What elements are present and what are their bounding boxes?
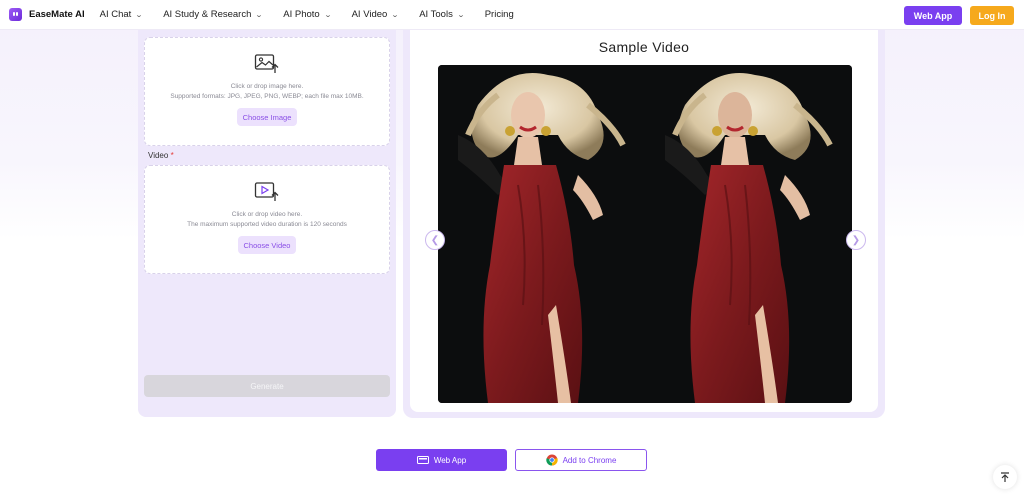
nav-item-label: AI Photo [283, 9, 320, 20]
nav-item-ai-chat[interactable]: AI Chat ⌄ [99, 9, 144, 20]
chrome-icon [545, 454, 558, 466]
chevron-down-icon: ⌄ [135, 11, 144, 19]
image-drop-hint: Click or drop image here. [230, 83, 304, 90]
chevron-right-icon: ❯ [851, 234, 861, 246]
main-nav: AI Chat ⌄ AI Study & Research ⌄ AI Photo… [100, 9, 535, 20]
image-dropzone[interactable]: Click or drop image here. Supported form… [144, 37, 390, 146]
nav-item-label: AI Study & Research [163, 9, 252, 20]
nav-item-label: AI Chat [99, 9, 132, 20]
brand-logo[interactable]: EaseMate AI [9, 8, 85, 21]
video-upload-icon [254, 182, 279, 201]
video-label-text: Video [148, 151, 169, 160]
nav-item-ai-photo[interactable]: AI Photo ⌄ [283, 9, 332, 20]
video-duration-note: The maximum supported video duration is … [187, 221, 347, 228]
arrow-up-icon [1001, 471, 1009, 482]
scroll-to-top-button[interactable] [993, 465, 1017, 489]
brand-name: EaseMate AI [29, 9, 85, 20]
nav-item-label: Pricing [484, 9, 514, 20]
web-app-button[interactable]: Web App [904, 6, 962, 25]
nav-item-label: AI Video [351, 9, 388, 20]
nav-item-ai-study-research[interactable]: AI Study & Research ⌄ [163, 9, 264, 20]
easemate-logo-icon [9, 8, 22, 21]
nav-item-ai-video[interactable]: AI Video ⌄ [351, 9, 400, 20]
sample-video-title: Sample Video [598, 39, 690, 55]
nav-item-label: AI Tools [419, 9, 453, 20]
chevron-left-icon: ❮ [430, 234, 440, 246]
chevron-down-icon: ⌄ [323, 11, 332, 19]
next-sample-button[interactable]: ❯ [846, 230, 866, 250]
video-dropzone[interactable]: Click or drop video here. The maximum su… [144, 165, 390, 274]
bottom-web-app-label: Web App [433, 455, 467, 465]
nav-item-pricing[interactable]: Pricing [485, 9, 514, 20]
choose-video-button[interactable]: Choose Video [237, 236, 297, 254]
generate-button[interactable]: Generate [144, 375, 390, 397]
video-drop-hint: Click or drop video here. [231, 211, 303, 218]
chevron-down-icon: ⌄ [255, 11, 264, 19]
video-field-label: Video * [148, 151, 174, 160]
top-nav-bar: EaseMate AI AI Chat ⌄ AI Study & Researc… [0, 0, 1024, 30]
nav-item-ai-tools[interactable]: AI Tools ⌄ [419, 9, 465, 20]
sample-original-frame [438, 65, 645, 403]
chevron-down-icon: ⌄ [456, 11, 465, 19]
login-button[interactable]: Log In [970, 6, 1014, 25]
add-to-chrome-label: Add to Chrome [562, 455, 617, 465]
previous-sample-button[interactable]: ❮ [425, 230, 445, 250]
choose-image-button[interactable]: Choose Image [236, 108, 298, 126]
image-upload-icon [254, 54, 279, 73]
monitor-icon [416, 455, 429, 464]
bottom-web-app-button[interactable]: Web App [376, 449, 507, 471]
chevron-down-icon: ⌄ [391, 11, 400, 19]
sample-video-player[interactable] [438, 65, 852, 403]
add-to-chrome-button[interactable]: Add to Chrome [515, 449, 647, 471]
sample-result-frame [645, 65, 852, 403]
required-marker: * [170, 151, 174, 160]
image-format-note: Supported formats: JPG, JPEG, PNG, WEBP;… [170, 93, 364, 100]
